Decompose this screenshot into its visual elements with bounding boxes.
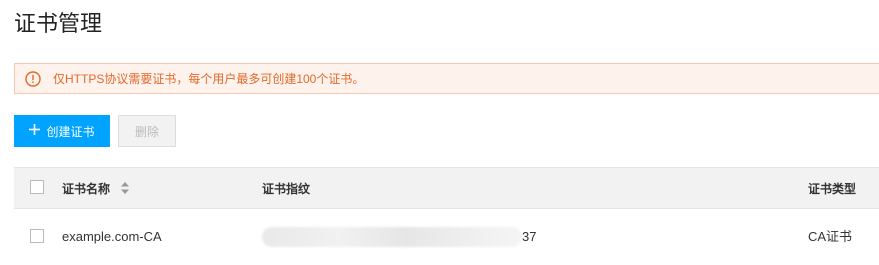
sort-icon[interactable] — [120, 181, 130, 195]
table-header: 证书名称 证书指纹 证书类型 — [14, 167, 879, 209]
column-header-type: 证书类型 — [808, 182, 857, 196]
info-alert: 仅HTTPS协议需要证书，每个用户最多可创建100个证书。 — [14, 63, 879, 94]
create-certificate-button[interactable]: 创建证书 — [14, 115, 110, 147]
table-row: example.com-CA 37 CA证书 — [14, 209, 879, 265]
plus-icon — [29, 124, 41, 138]
certificate-table: 证书名称 证书指纹 证书类型 example.com-CA 37 CA证书 — [14, 167, 879, 265]
warning-circle-icon — [25, 70, 41, 87]
alert-text: 仅HTTPS协议需要证书，每个用户最多可创建100个证书。 — [53, 72, 365, 86]
row-checkbox[interactable] — [30, 229, 44, 243]
certificate-management-page: 证书管理 仅HTTPS协议需要证书，每个用户最多可创建100个证书。 创建证书 … — [0, 0, 879, 265]
delete-label: 删除 — [134, 124, 159, 139]
certificate-type: CA证书 — [808, 229, 853, 244]
create-certificate-label: 创建证书 — [46, 124, 95, 139]
column-header-fingerprint: 证书指纹 — [262, 182, 311, 196]
page-title: 证书管理 — [14, 11, 103, 36]
delete-button[interactable]: 删除 — [118, 115, 176, 147]
column-header-name[interactable]: 证书名称 — [62, 181, 110, 197]
fingerprint-suffix: 37 — [522, 229, 537, 244]
certificate-name: example.com-CA — [62, 229, 162, 244]
redacted-fingerprint — [262, 227, 522, 247]
select-all-checkbox[interactable] — [30, 180, 44, 194]
